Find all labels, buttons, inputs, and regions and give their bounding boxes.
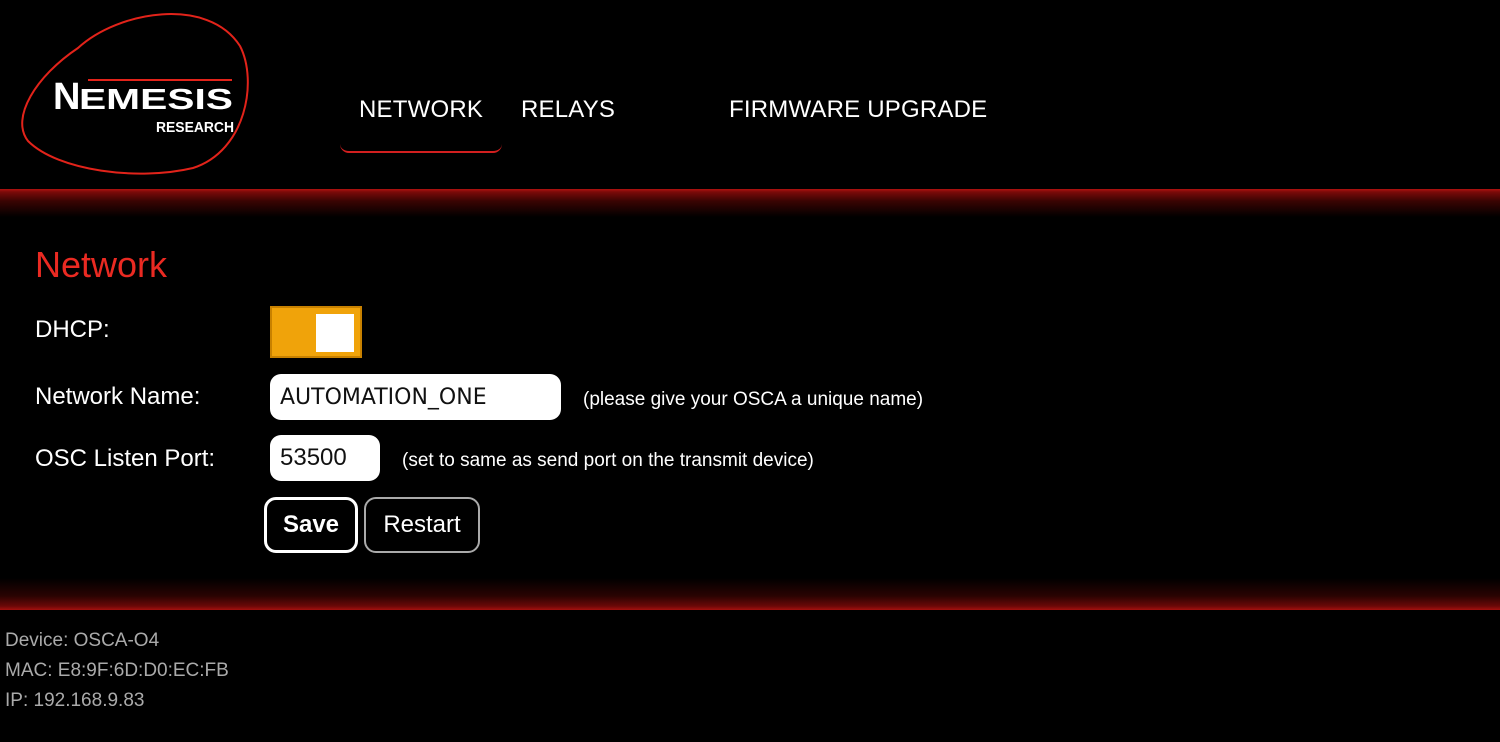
nav-relays[interactable]: RELAYS xyxy=(521,96,615,124)
network-name-label: Network Name: xyxy=(35,383,201,410)
section-title: Network xyxy=(35,244,168,285)
dhcp-label: DHCP: xyxy=(35,316,110,343)
header-divider xyxy=(0,189,1500,217)
page: N EMESIS RESEARCH NETWORK RELAYS FIRMWAR… xyxy=(0,0,1500,742)
device-info: Device: OSCA-O4 MAC: E8:9F:6D:D0:EC:FB I… xyxy=(5,626,229,716)
osc-port-input[interactable] xyxy=(270,435,380,481)
header: N EMESIS RESEARCH NETWORK RELAYS FIRMWAR… xyxy=(0,0,1500,190)
restart-button[interactable]: Restart xyxy=(364,497,480,553)
mac-address: MAC: E8:9F:6D:D0:EC:FB xyxy=(5,660,229,681)
osc-port-hint: (set to same as send port on the transmi… xyxy=(402,450,814,471)
network-name-input[interactable] xyxy=(270,374,561,420)
nav-firmware-upgrade[interactable]: FIRMWARE UPGRADE xyxy=(729,96,987,124)
save-button[interactable]: Save xyxy=(264,497,358,553)
osc-port-label: OSC Listen Port: xyxy=(35,445,216,472)
nav-network[interactable]: NETWORK xyxy=(359,96,483,124)
main-nav: NETWORK RELAYS FIRMWARE UPGRADE xyxy=(0,0,1500,190)
nav-active-indicator xyxy=(340,137,502,153)
dhcp-toggle[interactable] xyxy=(270,306,362,358)
footer-divider xyxy=(0,578,1500,610)
device-name: Device: OSCA-O4 xyxy=(5,630,160,651)
dhcp-toggle-knob xyxy=(316,314,354,352)
network-name-hint: (please give your OSCA a unique name) xyxy=(583,389,924,410)
ip-address: IP: 192.168.9.83 xyxy=(5,690,145,711)
